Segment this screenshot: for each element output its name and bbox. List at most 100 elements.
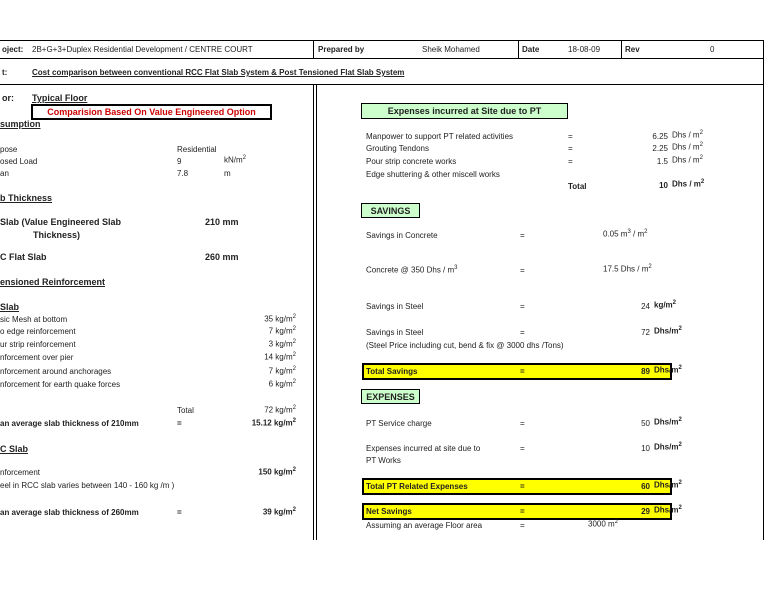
site-item-value: 1.5 [656,157,668,166]
savings-steel-eq: = [520,302,525,311]
net-savings-eq: = [520,507,525,516]
rev-label: Rev [625,45,640,54]
reinf-item-value: 14 kg/m2 [264,352,296,362]
span-unit: m [224,169,231,178]
site-item-eq: = [568,144,573,153]
savings-steel-dhs-eq: = [520,328,525,337]
total-pt-label: Total PT Related Expenses [366,482,468,491]
reinf-total-value: 72 kg/m2 [264,405,296,415]
imposed-load-unit: kN/m2 [224,155,247,165]
date-value: 18-08-09 [568,45,601,54]
net-savings-value: 29 [641,507,650,516]
net-savings-label: Net Savings [366,507,412,516]
savings-box: SAVINGS [361,203,420,218]
savings-concrete-label: Savings in Concrete [366,231,438,240]
reinf-item-value: 6 kg/m2 [268,379,296,389]
subject-label: t: [2,68,8,77]
floor-value: Typical Floor [32,93,88,103]
reinf-item-label: nforcement around anchorages [0,367,112,376]
reinf-total-label: Total [177,406,194,415]
span-label: an [0,169,9,178]
pt-slab-label-2: Thickness) [33,230,81,240]
floor-area-value: 3000 m2 [588,519,619,529]
site-expenses-unit: Dhs/m2 [654,442,682,452]
span-value: 7.8 [177,169,189,178]
total-savings-eq: = [520,367,525,376]
rev-value: 0 [710,45,715,54]
site-item-eq: = [568,132,573,141]
site-total-label: Total [568,182,587,191]
floor-area-eq: = [520,521,525,530]
site-total-unit: Dhs / m2 [672,179,705,189]
site-expenses-eq: = [520,444,525,453]
savings-steel-dhs-value: 72 [641,328,650,337]
pt-service-label: PT Service charge [366,419,432,428]
pt-service-unit: Dhs/m2 [654,417,682,427]
rcc-reinf-label: nforcement [0,468,41,477]
site-item-label: Grouting Tendons [366,144,430,153]
reinf-item-value: 7 kg/m2 [268,326,296,336]
assumption-heading: sumption [0,119,41,129]
imposed-load-value: 9 [177,157,182,166]
pt-service-value: 50 [641,419,650,428]
rcc-slab-label: C Flat Slab [0,252,47,262]
reinforcement-heading: ensioned Reinforcement [0,277,106,287]
pt-slab-label: Slab (Value Engineered Slab [0,217,122,227]
savings-steel-unit: kg/m2 [654,300,677,310]
reinf-item-label: sic Mesh at bottom [0,315,68,324]
savings-steel-dhs-label: Savings in Steel [366,328,424,337]
avg-210-value: 15.12 kg/m2 [251,418,296,428]
total-savings-label: Total Savings [366,367,418,376]
total-pt-unit: Dhs/m2 [654,480,682,490]
site-expenses-box: Expenses incurred at Site due to PT [361,103,568,119]
subject-value: Cost comparison between conventional RCC… [32,68,405,77]
floor-label: or: [2,93,14,103]
savings-steel-label: Savings in Steel [366,302,424,311]
site-expenses-value: 10 [641,444,650,453]
site-total-value: 10 [659,181,668,190]
site-item-label: Edge shuttering & other miscell works [366,170,500,179]
project-label: oject: [2,45,24,54]
site-item-unit: Dhs / m2 [672,130,703,140]
pt-slab-value: 210 mm [205,217,239,227]
reinf-item-label: ur strip reinforcement [0,340,76,349]
purpose-value: Residential [177,145,217,154]
site-item-label: Pour strip concrete works [366,157,457,166]
avg-260-eq: = [177,508,182,517]
site-item-eq: = [568,157,573,166]
site-item-unit: Dhs / m2 [672,142,703,152]
reinf-item-value: 35 kg/m2 [264,314,296,324]
concrete-rate-label: Concrete @ 350 Dhs / m3 [366,265,458,275]
pt-service-eq: = [520,419,525,428]
total-savings-value: 89 [641,367,650,376]
expenses-box: EXPENSES [361,389,420,404]
prepared-by-label: Prepared by [318,45,365,54]
site-item-unit: Dhs / m2 [672,155,703,165]
net-savings-unit: Dhs/m2 [654,505,682,515]
rcc-slab-value: 260 mm [205,252,239,262]
savings-steel-value: 24 [641,302,650,311]
site-expenses-label-2: PT Works [366,456,401,465]
site-item-label: Manpower to support PT related activitie… [366,132,514,141]
reinf-item-label: nforcement over pier [0,353,74,362]
rcc-note: eel in RCC slab varies between 140 - 160… [0,481,175,490]
savings-concrete-value: 0.05 m3 / m2 [603,229,648,239]
floor-area-label: Assuming an average Floor area [366,521,483,530]
imposed-load-label: osed Load [0,157,38,166]
concrete-rate-value: 17.5 Dhs / m2 [603,264,652,274]
prepared-by-value: Sheik Mohamed [422,45,480,54]
avg-260-value: 39 kg/m2 [262,507,296,517]
reinf-item-value: 7 kg/m2 [268,366,296,376]
option-box: Comparision Based On Value Engineered Op… [31,104,272,120]
rcc-reinf-value: 150 kg/m2 [258,467,296,477]
savings-steel-dhs-unit: Dhs/m2 [654,326,682,336]
site-expenses-label: Expenses incurred at site due to [366,444,481,453]
total-pt-value: 60 [641,482,650,491]
reinf-item-label: o edge reinforcement [0,327,76,336]
avg-210-label: an average slab thickness of 210mm [0,419,139,428]
savings-concrete-eq: = [520,231,525,240]
site-item-value: 2.25 [652,144,668,153]
concrete-rate-eq: = [520,266,525,275]
reinf-item-label: nforcement for earth quake forces [0,380,121,389]
total-pt-eq: = [520,482,525,491]
